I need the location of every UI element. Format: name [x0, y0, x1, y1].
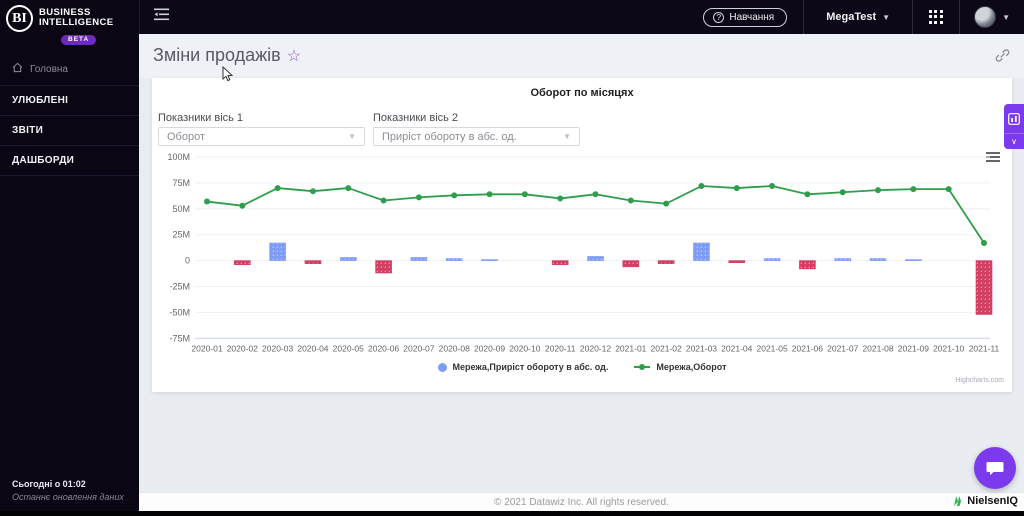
chat-fab-button[interactable]	[974, 447, 1016, 489]
svg-text:2020-11: 2020-11	[545, 343, 576, 353]
workspace-label: MegaTest	[826, 11, 877, 23]
highcharts-credits[interactable]: Highcharts.com	[955, 377, 1004, 384]
svg-text:2020-07: 2020-07	[403, 343, 434, 353]
chart-title: Оборот по місяцях	[530, 87, 634, 99]
question-icon: ?	[713, 11, 725, 23]
svg-text:75M: 75M	[172, 178, 190, 188]
svg-text:2021-08: 2021-08	[862, 343, 893, 353]
svg-text:-50M: -50M	[169, 307, 190, 317]
svg-text:2020-10: 2020-10	[509, 343, 540, 353]
axis1-select[interactable]: Оборот ▼	[158, 127, 365, 146]
svg-text:2021-07: 2021-07	[827, 343, 858, 353]
training-button[interactable]: ? Навчання	[703, 7, 788, 27]
home-icon	[12, 62, 23, 76]
last-update-info: Сьогодні о 01:02 Останнє оновлення даних	[12, 479, 124, 502]
svg-text:-75M: -75M	[169, 333, 190, 343]
svg-text:-25M: -25M	[169, 282, 190, 292]
page-title: Зміни продажів ☆	[153, 45, 302, 65]
svg-text:50M: 50M	[172, 204, 190, 214]
legend-marker-bar	[437, 362, 447, 372]
chevron-down-icon: ▼	[348, 132, 356, 141]
svg-text:2021-10: 2021-10	[933, 343, 964, 353]
menu-fold-icon[interactable]	[154, 8, 169, 26]
nielseniq-mark-icon	[954, 496, 962, 506]
share-link-icon[interactable]	[995, 48, 1010, 68]
favorite-star-icon[interactable]: ☆	[287, 48, 301, 65]
chevron-down-icon: ∨	[1011, 137, 1017, 146]
axis2-select[interactable]: Приріст обороту в абс. од. ▼	[373, 127, 580, 146]
svg-text:2020-04: 2020-04	[297, 343, 328, 353]
brand-line2: INTELLIGENCE	[39, 17, 114, 28]
last-update-time: Сьогодні о 01:02	[12, 479, 86, 489]
chart-plot: 100M 75M 50M 25M 0 -25M -50M -75M 2020-01 2020-02…	[152, 150, 1012, 362]
side-action-panel: ∨	[1004, 104, 1024, 149]
chart-card: Оборот по місяцях Показники вісь 1 Показ…	[152, 78, 1012, 392]
bottom-strip	[0, 511, 1024, 516]
legend-item-line[interactable]: Мережа,Оборот	[634, 362, 726, 372]
sidebar-item-dashboards[interactable]: ДАШБОРДИ	[0, 146, 139, 176]
svg-text:25M: 25M	[172, 230, 190, 240]
legend-item-bars[interactable]: Мережа,Приріст обороту в абс. од.	[437, 362, 609, 372]
axis1-value: Оборот	[167, 130, 206, 143]
sidebar: BI BUSINESS INTELLIGENCE BETA Головна УЛ…	[0, 0, 139, 516]
legend-label: Мережа,Оборот	[656, 362, 727, 372]
svg-text:2021-01: 2021-01	[615, 343, 646, 353]
svg-text:2021-09: 2021-09	[898, 343, 929, 353]
sidebar-item-favorites[interactable]: УЛЮБЛЕНІ	[0, 86, 139, 116]
chevron-down-icon: ▼	[882, 12, 891, 22]
svg-text:2020-06: 2020-06	[368, 343, 399, 353]
last-update-caption: Останнє оновлення даних	[12, 492, 124, 502]
svg-text:100M: 100M	[167, 152, 190, 162]
footer: © 2021 Datawiz Inc. All rights reserved.…	[139, 492, 1024, 511]
brand-logo: BI BUSINESS INTELLIGENCE BETA	[0, 0, 139, 46]
workspace-dropdown[interactable]: MegaTest ▼	[804, 0, 912, 34]
svg-text:2021-06: 2021-06	[792, 343, 823, 353]
svg-text:0: 0	[185, 256, 190, 266]
chat-bubble-icon	[986, 461, 1004, 475]
beta-badge: BETA	[61, 34, 97, 45]
main-content: Оборот по місяцях Показники вісь 1 Показ…	[139, 78, 1024, 492]
grid-icon	[928, 9, 944, 25]
nielseniq-logo: NielsenIQ	[951, 494, 1018, 508]
chevron-down-icon: ▼	[563, 132, 571, 141]
axis2-value: Приріст обороту в абс. од.	[382, 130, 517, 143]
svg-text:2020-05: 2020-05	[333, 343, 364, 353]
svg-text:2020-01: 2020-01	[191, 343, 222, 353]
svg-text:2021-03: 2021-03	[686, 343, 717, 353]
sidebar-item-label: Головна	[30, 63, 68, 75]
axis2-label: Показники вісь 2	[373, 112, 459, 124]
axis1-label: Показники вісь 1	[158, 112, 244, 124]
legend-label: Мережа,Приріст обороту в абс. од.	[452, 362, 609, 372]
content-header: Зміни продажів ☆	[139, 34, 1024, 78]
svg-text:2020-08: 2020-08	[439, 343, 470, 353]
account-menu[interactable]: ▼	[960, 0, 1024, 34]
bi-logo-mark: BI	[6, 5, 33, 32]
sidebar-item-home[interactable]: Головна	[0, 52, 139, 86]
svg-text:2021-11: 2021-11	[969, 343, 1000, 353]
avatar	[974, 6, 997, 28]
svg-text:2020-12: 2020-12	[580, 343, 611, 353]
svg-text:2020-09: 2020-09	[474, 343, 505, 353]
svg-text:2021-04: 2021-04	[721, 343, 752, 353]
apps-grid-button[interactable]	[913, 0, 959, 34]
sidebar-item-reports[interactable]: ЗВІТИ	[0, 116, 139, 146]
topbar: ? Навчання MegaTest ▼ ▼	[139, 0, 1024, 34]
svg-text:2021-02: 2021-02	[651, 343, 682, 353]
svg-text:2020-03: 2020-03	[262, 343, 293, 353]
chevron-down-icon: ▼	[1002, 12, 1010, 22]
training-label: Навчання	[729, 11, 775, 23]
widget-panel-button[interactable]	[1004, 104, 1024, 134]
copyright-text: © 2021 Datawiz Inc. All rights reserved.	[494, 497, 669, 508]
svg-text:2020-02: 2020-02	[227, 343, 258, 353]
collapse-panel-button[interactable]: ∨	[1004, 134, 1024, 149]
chart-widget-icon	[1008, 112, 1020, 125]
svg-text:2021-05: 2021-05	[756, 343, 787, 353]
legend-marker-line	[634, 364, 651, 370]
chart-legend: Мережа,Приріст обороту в абс. од. Мережа…	[152, 362, 1012, 372]
nielseniq-wordmark: NielsenIQ	[967, 495, 1018, 507]
